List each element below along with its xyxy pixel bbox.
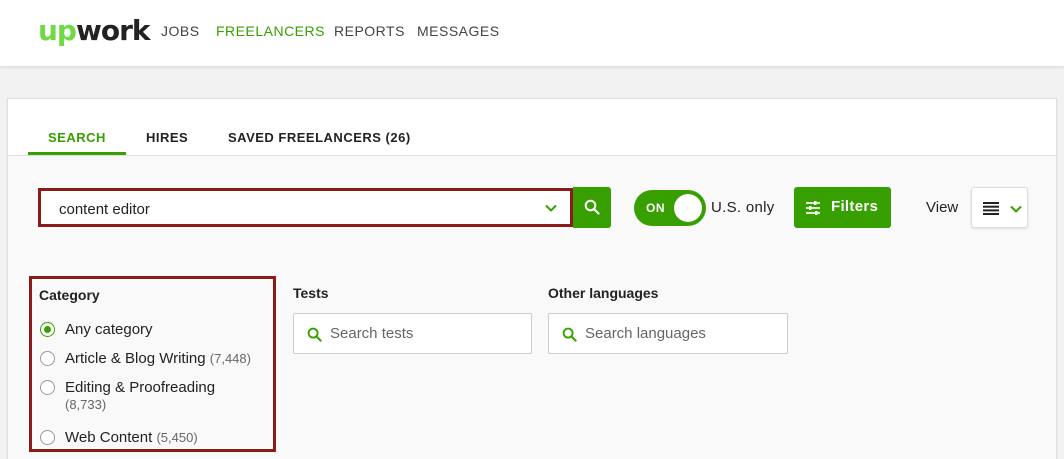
radio-unchecked[interactable] xyxy=(40,351,55,366)
us-only-label: U.S. only xyxy=(711,199,775,216)
tab-bar: SEARCH HIRES SAVED FREELANCERS (26) xyxy=(8,99,1056,156)
radio-checked[interactable] xyxy=(40,322,55,337)
top-navbar: upwork JOBS FREELANCERS REPORTS MESSAGES xyxy=(0,0,1064,67)
search-button[interactable] xyxy=(573,187,611,228)
search-icon xyxy=(584,199,600,215)
chevron-down-icon[interactable] xyxy=(544,201,558,215)
nav-messages[interactable]: MESSAGES xyxy=(417,23,500,39)
nav-freelancers[interactable]: FREELANCERS xyxy=(216,23,325,39)
search-icon xyxy=(307,327,322,342)
category-option-label: Web Content xyxy=(65,429,153,446)
search-input[interactable]: content editor xyxy=(38,188,573,227)
category-option-label: Any category xyxy=(65,321,153,338)
languages-search-field[interactable] xyxy=(548,313,788,354)
category-option-count: (5,450) xyxy=(156,430,198,445)
list-view-icon xyxy=(983,202,999,215)
radio-unchecked[interactable] xyxy=(40,430,55,445)
category-filter: Category Any category Article & Blog Wri… xyxy=(29,276,276,452)
view-label: View xyxy=(926,199,959,216)
tests-search-input[interactable] xyxy=(330,325,520,342)
tab-search[interactable]: SEARCH xyxy=(48,130,106,145)
languages-title: Other languages xyxy=(548,285,659,301)
active-tab-indicator xyxy=(28,152,126,155)
radio-unchecked[interactable] xyxy=(40,380,55,395)
category-title: Category xyxy=(39,287,100,303)
category-option-label: Article & Blog Writing xyxy=(65,350,206,367)
logo-up: up xyxy=(38,14,77,47)
nav-reports[interactable]: REPORTS xyxy=(334,23,405,39)
search-icon xyxy=(562,327,577,342)
search-input-value: content editor xyxy=(59,201,150,218)
filters-button-label: Filters xyxy=(831,198,879,215)
tests-title: Tests xyxy=(293,285,329,301)
category-option-label: Editing & Proofreading xyxy=(65,379,216,396)
toggle-state-label: ON xyxy=(646,201,665,215)
filters-button[interactable]: Filters xyxy=(794,187,891,228)
chevron-down-icon xyxy=(1010,205,1022,213)
upwork-logo[interactable]: upwork xyxy=(38,14,151,47)
category-option-count: (7,448) xyxy=(209,351,251,366)
languages-search-input[interactable] xyxy=(585,325,775,342)
sliders-icon xyxy=(806,201,820,215)
toggle-knob xyxy=(674,194,702,222)
tests-search-field[interactable] xyxy=(293,313,532,354)
logo-work: work xyxy=(75,14,151,47)
view-mode-dropdown[interactable] xyxy=(971,187,1028,228)
tab-hires[interactable]: HIRES xyxy=(146,130,188,145)
category-option-count: (8,733) xyxy=(65,397,107,412)
nav-jobs[interactable]: JOBS xyxy=(161,23,200,39)
us-only-toggle[interactable]: ON xyxy=(634,190,706,226)
tab-saved-freelancers[interactable]: SAVED FREELANCERS (26) xyxy=(228,130,411,145)
freelancer-search-card: SEARCH HIRES SAVED FREELANCERS (26) cont… xyxy=(7,98,1057,459)
